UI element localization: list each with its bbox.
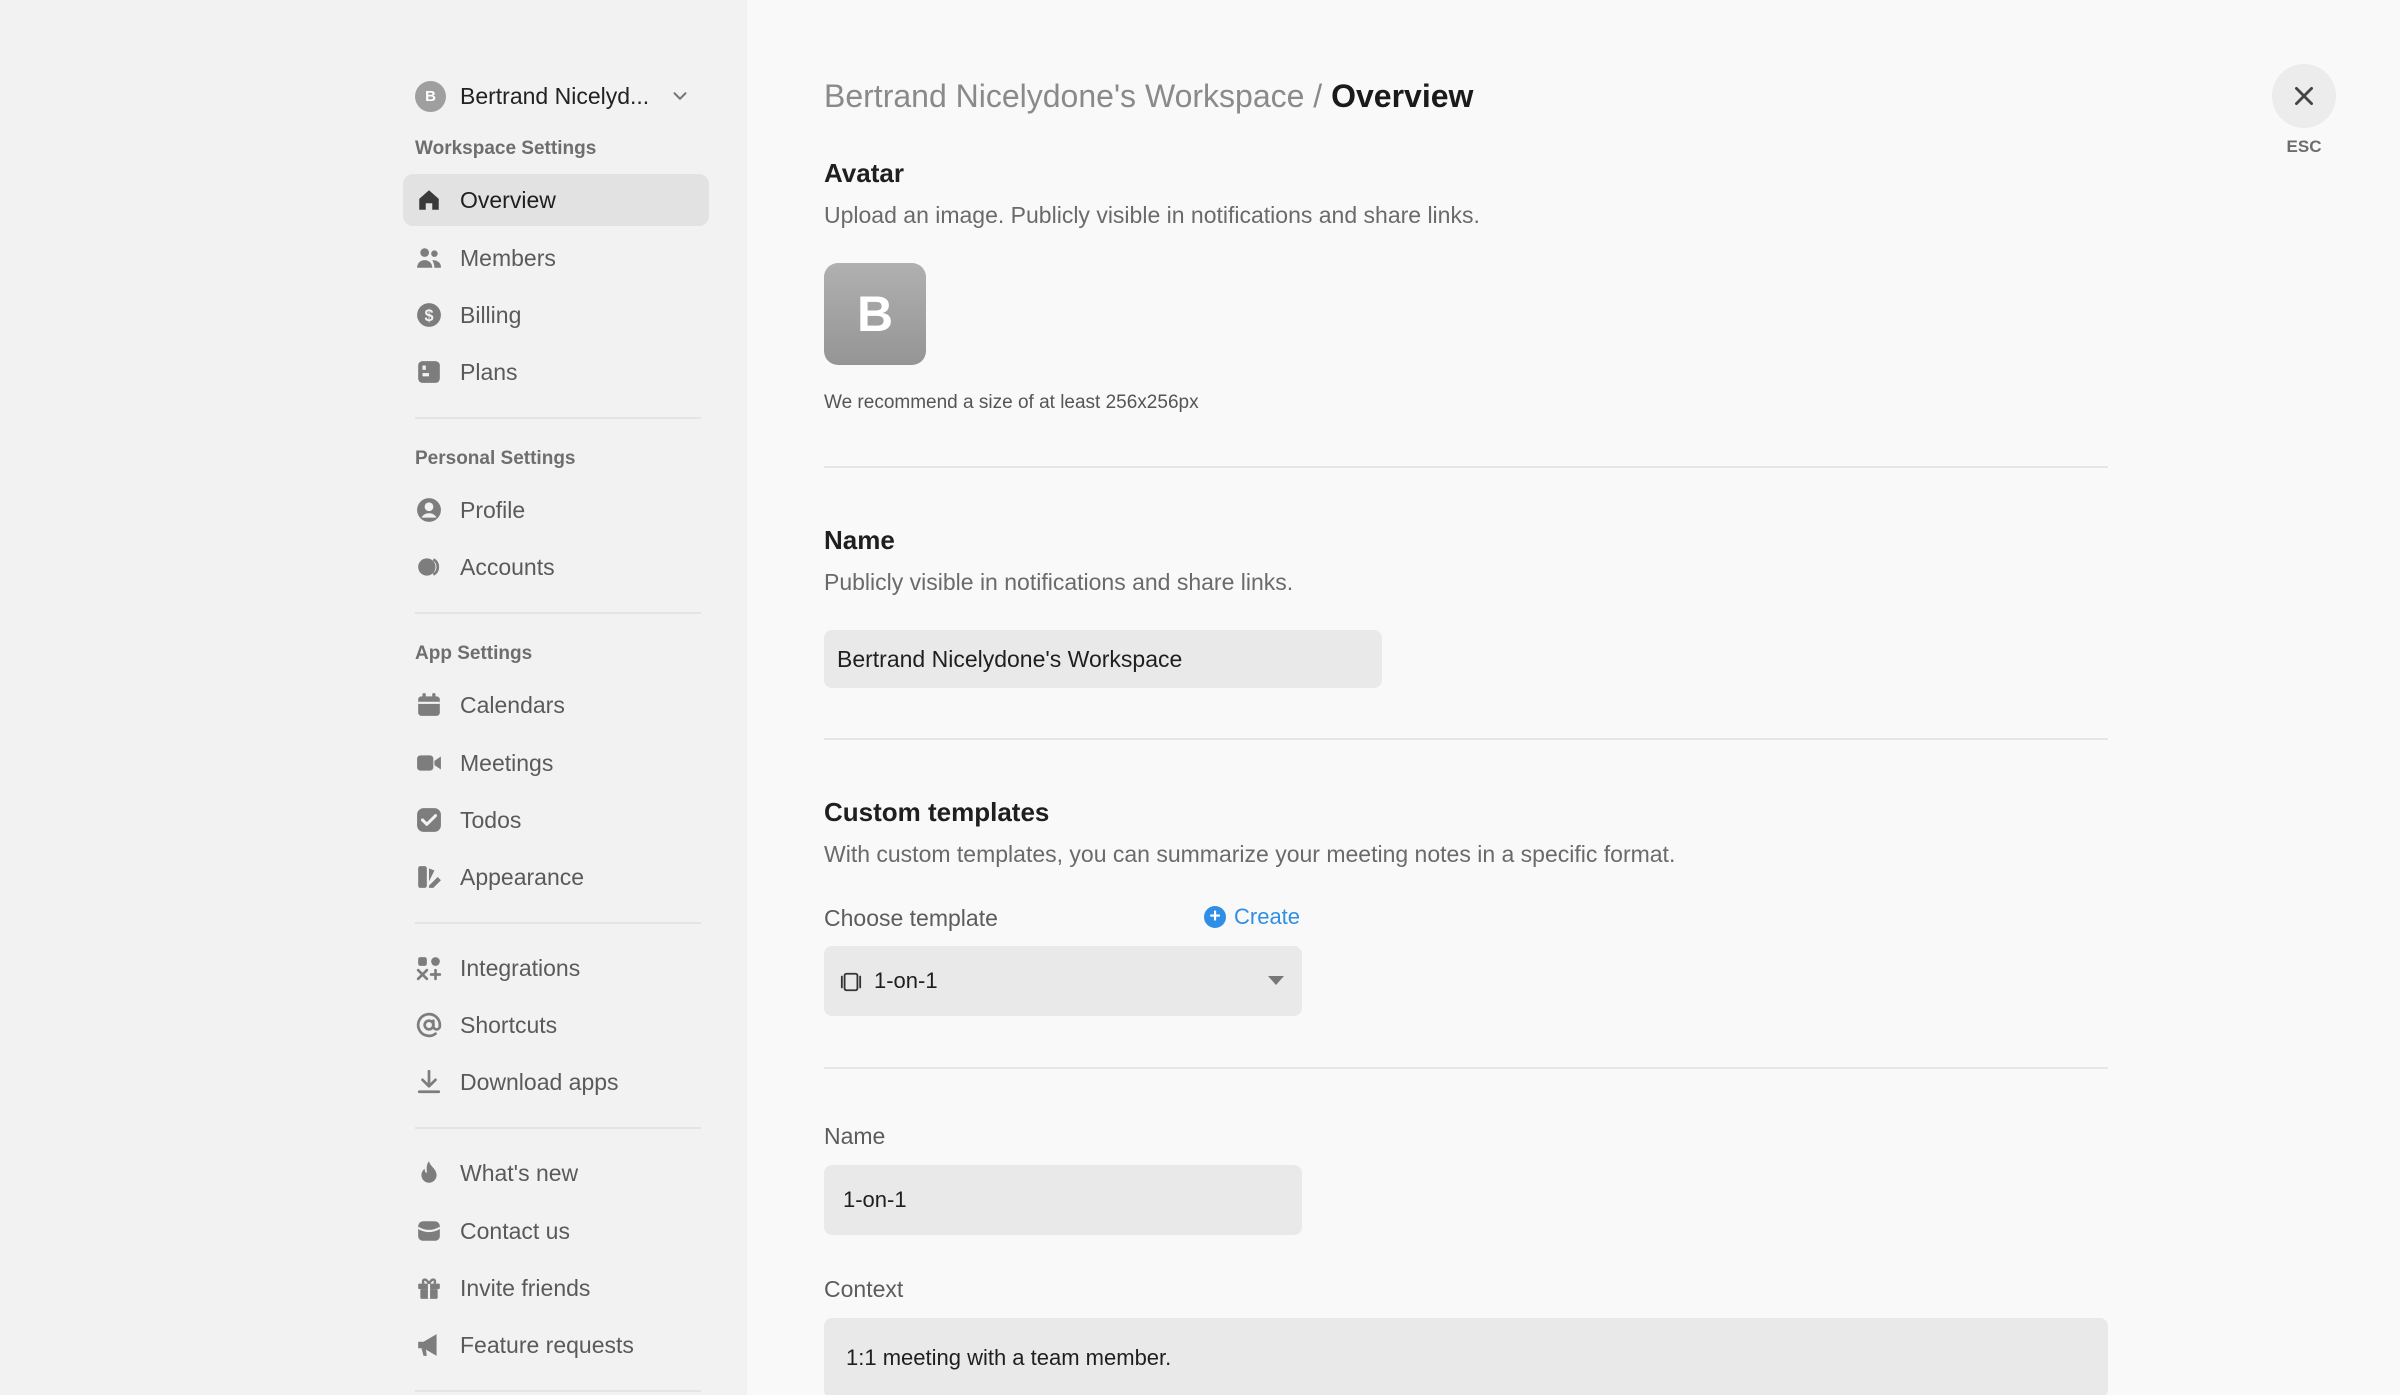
sidebar-item-contact-us[interactable]: Contact us: [403, 1205, 709, 1257]
sidebar-item-todos[interactable]: Todos: [403, 794, 709, 846]
sidebar-item-meetings[interactable]: Meetings: [403, 737, 709, 789]
name-description: Publicly visible in notifications and sh…: [824, 569, 1294, 595]
templates-heading: Custom templates: [824, 797, 1050, 827]
home-icon: [419, 190, 439, 210]
users-icon: [417, 248, 441, 268]
plans-icon: [418, 361, 440, 383]
user-circle-icon: [417, 498, 441, 522]
sidebar-divider: [415, 1127, 701, 1129]
create-label: Create: [1234, 904, 1301, 929]
context-label: Context: [824, 1276, 904, 1302]
section-divider: [824, 738, 2108, 740]
caret-down-icon: [1268, 976, 1284, 985]
workspace-name-input[interactable]: Bertrand Nicelydone's Workspace: [824, 630, 1382, 688]
check-icon: [417, 808, 441, 832]
sidebar-item-feature-requests[interactable]: Feature requests: [403, 1319, 709, 1371]
sidebar-item-label: Contact us: [460, 1217, 570, 1244]
template-name-input[interactable]: 1-on-1: [824, 1165, 1302, 1235]
sidebar-item-shortcuts[interactable]: Shortcuts: [403, 999, 709, 1051]
breadcrumb-workspace[interactable]: Bertrand Nicelydone's Workspace /: [824, 78, 1322, 114]
sidebar-item-label: What's new: [460, 1159, 579, 1186]
inbox-icon: [417, 1221, 441, 1241]
sidebar-item-label: Meetings: [460, 749, 554, 776]
create-template-button[interactable]: + Create: [1204, 904, 1300, 930]
sidebar-item-whats-new[interactable]: What's new: [403, 1147, 709, 1199]
section-divider: [824, 466, 2108, 468]
sidebar-item-label: Members: [460, 244, 556, 271]
sidebar-item-download-apps[interactable]: Download apps: [403, 1056, 709, 1108]
template-select-value: 1-on-1: [874, 968, 938, 993]
section-divider: [824, 1067, 2108, 1069]
sidebar-item-label: Appearance: [460, 863, 585, 890]
sidebar-item-label: Billing: [460, 301, 522, 328]
section-label-app: App Settings: [415, 643, 533, 664]
sidebar-divider: [415, 1390, 701, 1392]
close-icon: [2295, 87, 2313, 105]
sidebar-item-profile[interactable]: Profile: [403, 484, 709, 536]
sidebar-item-label: Calendars: [460, 691, 565, 718]
close-button[interactable]: [2272, 64, 2336, 128]
workspace-avatar: B: [415, 80, 446, 112]
page-title: Overview: [1331, 78, 1474, 114]
sidebar-item-label: Accounts: [460, 553, 555, 580]
sidebar-item-integrations[interactable]: Integrations: [403, 942, 709, 994]
breadcrumb: Bertrand Nicelydone's Workspace / Overvi…: [824, 78, 1473, 115]
esc-hint: ESC: [2286, 137, 2322, 156]
accounts-icon: [418, 558, 440, 576]
template-select[interactable]: 1-on-1: [824, 946, 1302, 1016]
sidebar-item-plans[interactable]: Plans: [403, 346, 709, 398]
megaphone-icon: [418, 1334, 437, 1356]
sidebar-item-label: Shortcuts: [460, 1011, 558, 1038]
sidebar-item-label: Todos: [460, 806, 522, 833]
sidebar-item-label: Feature requests: [460, 1331, 634, 1358]
sidebar: B Bertrand Nicelyd... Workspace Settings…: [0, 0, 747, 1395]
flame-icon: [421, 1161, 437, 1183]
sidebar-item-billing[interactable]: $ Billing: [403, 289, 709, 341]
sidebar-item-label: Download apps: [460, 1068, 619, 1095]
avatar-description: Upload an image. Publicly visible in not…: [824, 202, 1480, 228]
integrations-icon: [416, 957, 442, 981]
sidebar-item-calendars[interactable]: Calendars: [403, 679, 709, 731]
sidebar-item-label: Invite friends: [460, 1274, 591, 1301]
sidebar-item-label: Profile: [460, 496, 526, 523]
sidebar-item-label: Overview: [460, 186, 556, 213]
sidebar-item-invite-friends[interactable]: Invite friends: [403, 1262, 709, 1314]
avatar-heading: Avatar: [824, 158, 904, 188]
template-icon: [840, 972, 862, 992]
section-label-workspace: Workspace Settings: [415, 138, 597, 159]
workspace-name: Bertrand Nicelyd...: [460, 82, 650, 109]
at-icon: [416, 1012, 442, 1038]
context-textarea[interactable]: 1:1 meeting with a team member.: [824, 1318, 2108, 1395]
template-name-label: Name: [824, 1123, 886, 1149]
avatar-upload[interactable]: B: [824, 263, 926, 365]
sidebar-item-appearance[interactable]: Appearance: [403, 851, 709, 903]
sidebar-divider: [415, 417, 701, 419]
sidebar-item-members[interactable]: Members: [403, 232, 709, 284]
workspace-switcher[interactable]: B Bertrand Nicelyd...: [415, 79, 705, 113]
sidebar-item-label: Plans: [460, 358, 518, 385]
section-label-personal: Personal Settings: [415, 448, 576, 469]
video-icon: [417, 755, 441, 771]
gift-icon: [418, 1278, 440, 1299]
dollar-icon: $: [417, 303, 441, 327]
avatar-size-hint: We recommend a size of at least 256x256p…: [824, 392, 1199, 413]
name-heading: Name: [824, 525, 895, 555]
choose-template-label: Choose template: [824, 905, 998, 931]
sidebar-item-accounts[interactable]: Accounts: [403, 541, 709, 593]
templates-description: With custom templates, you can summarize…: [824, 841, 1676, 867]
sidebar-item-label: Integrations: [460, 954, 581, 981]
sidebar-divider: [415, 612, 701, 614]
sidebar-divider: [415, 922, 701, 924]
chevron-down-icon: [673, 92, 687, 100]
palette-icon: [418, 866, 441, 888]
sidebar-item-overview[interactable]: Overview: [403, 174, 709, 226]
svg-text:$: $: [424, 307, 433, 325]
download-icon: [417, 1069, 441, 1094]
plus-circle-icon: +: [1204, 906, 1226, 928]
calendar-icon: [418, 693, 440, 716]
